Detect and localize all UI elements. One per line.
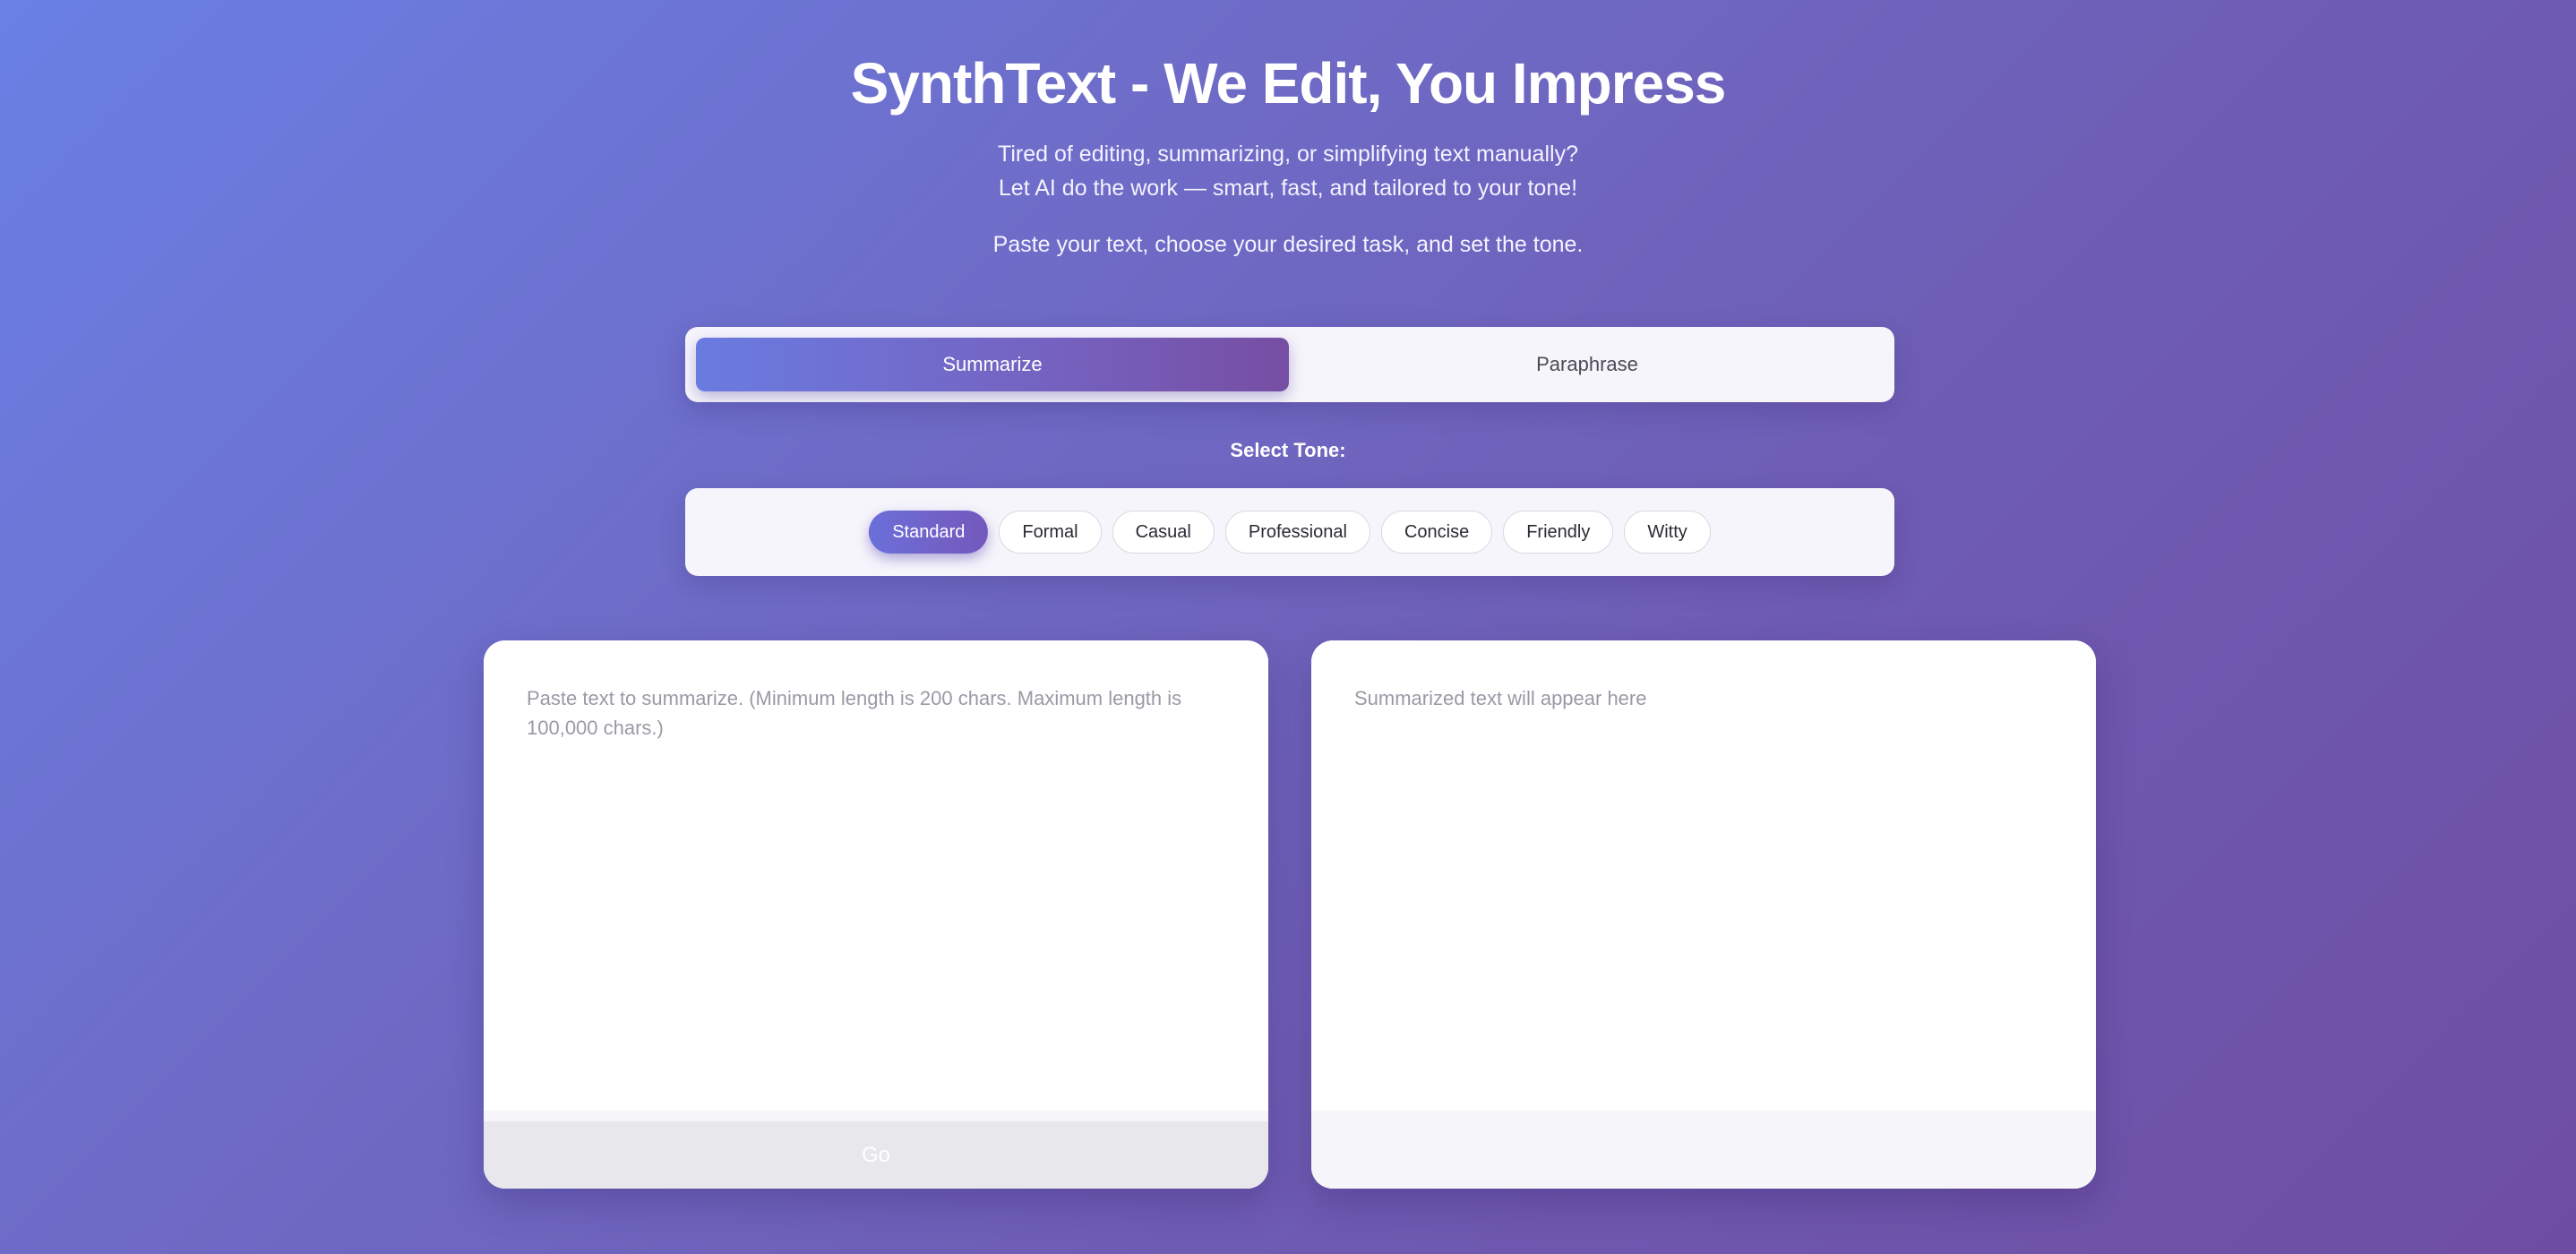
tone-friendly-button[interactable]: Friendly bbox=[1503, 511, 1614, 554]
tone-label: Select Tone: bbox=[1230, 439, 1346, 461]
go-button[interactable]: Go bbox=[484, 1121, 1268, 1189]
output-card: Summarized text will appear here bbox=[1311, 640, 2096, 1189]
tone-concise-button[interactable]: Concise bbox=[1380, 511, 1493, 554]
output-card-footer bbox=[1311, 1111, 2096, 1189]
instruction-text: Paste your text, choose your desired tas… bbox=[992, 232, 1584, 257]
paraphrase-tab[interactable]: Paraphrase bbox=[1291, 338, 1884, 391]
subtitle-line-1: Tired of editing, summarizing, or simpli… bbox=[998, 142, 1578, 167]
subtitle-line-2: Let AI do the work — smart, fast, and ta… bbox=[998, 176, 1578, 201]
input-card: Go bbox=[484, 640, 1268, 1189]
tone-selector: Standard Formal Casual Professional Conc… bbox=[685, 488, 1894, 576]
input-textarea[interactable] bbox=[484, 640, 1268, 1111]
output-area: Summarized text will appear here bbox=[1311, 640, 2096, 1111]
tone-witty-button[interactable]: Witty bbox=[1624, 511, 1711, 554]
tone-professional-button[interactable]: Professional bbox=[1224, 511, 1370, 554]
summarize-tab[interactable]: Summarize bbox=[696, 338, 1289, 391]
tone-standard-button[interactable]: Standard bbox=[869, 511, 989, 554]
tone-casual-button[interactable]: Casual bbox=[1112, 511, 1215, 554]
page-title: SynthText - We Edit, You Impress bbox=[850, 51, 1727, 116]
output-placeholder: Summarized text will appear here bbox=[1354, 687, 1647, 709]
task-toggle: Summarize Paraphrase bbox=[685, 327, 1894, 402]
tone-formal-button[interactable]: Formal bbox=[999, 511, 1102, 554]
